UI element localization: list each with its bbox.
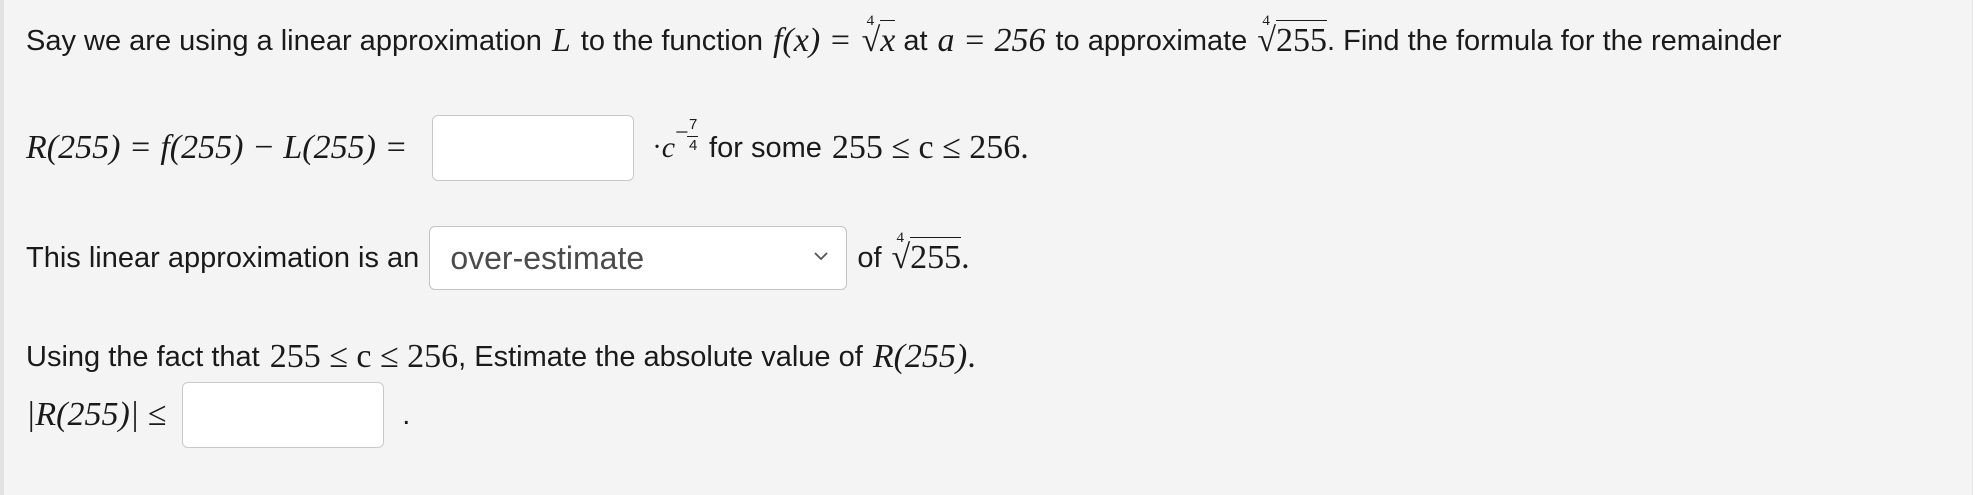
radical-index: 4 <box>1262 13 1270 29</box>
estimate-type-select[interactable]: over-estimate <box>429 226 848 290</box>
question-panel: Say we are using a linear approximation … <box>0 0 1973 495</box>
remainder-coefficient-input[interactable] <box>432 115 635 181</box>
text-for-some: for some <box>709 131 822 164</box>
math-fx: f(x) = <box>772 22 852 59</box>
math-R255: R(255) <box>872 338 968 375</box>
instruction-text-1: Using the fact that <box>26 340 260 373</box>
period: . <box>402 398 411 431</box>
exponent-minus: − <box>675 120 689 146</box>
math-dot: · <box>652 132 662 163</box>
instruction-text-2: , Estimate the absolute value of <box>458 340 863 373</box>
math-remainder-lhs: R(255) = f(255) − L(255) = <box>26 129 408 166</box>
math-L: L <box>551 22 571 59</box>
radicand-255: 255 <box>910 237 962 276</box>
radical-fourth-root-x: 4 √x <box>861 13 896 59</box>
exponent-numerator: 7 <box>689 116 698 133</box>
estimate-type-row: This linear approximation is an over-est… <box>26 226 970 290</box>
statement-text-5: . Find the formula for the remainder <box>1326 24 1782 57</box>
statement-text-1: Say we are using a linear approximation <box>26 24 542 57</box>
statement-text-2: to the function <box>580 24 763 57</box>
estimate-text: This linear approximation is an <box>26 241 420 274</box>
math-a-eq: a = 256 <box>937 22 1046 59</box>
estimate-type-selected: over-estimate <box>450 239 645 276</box>
radical-fourth-root-255: 4 √255 <box>891 230 962 276</box>
chevron-down-icon <box>814 252 828 261</box>
text-of: of <box>857 241 882 274</box>
radical-index: 4 <box>896 230 905 246</box>
abs-remainder-row: |R(255)| ≤ . <box>26 382 410 448</box>
math-c-range: 255 ≤ c ≤ 256 <box>269 338 459 375</box>
radical-index: 4 <box>866 13 875 29</box>
estimate-instruction: Using the fact that 255 ≤ c ≤ 256 , Esti… <box>26 338 976 376</box>
math-abs-remainder: |R(255)| ≤ <box>26 396 167 433</box>
abs-remainder-bound-input[interactable] <box>182 382 385 448</box>
exponent-denominator: 4 <box>689 137 698 154</box>
radical-fourth-root-255: 4 √255 <box>1257 13 1327 59</box>
problem-statement: Say we are using a linear approximation … <box>26 13 1782 60</box>
period: . <box>967 338 976 375</box>
statement-text-4: to approximate <box>1055 24 1248 57</box>
statement-text-3: at <box>903 24 928 57</box>
radicand-255: 255 <box>1275 20 1327 59</box>
period: . <box>1020 129 1029 166</box>
math-c-range: 255 ≤ c ≤ 256 <box>831 129 1021 166</box>
remainder-formula-row: R(255) = f(255) − L(255) = · c − 7 4 for… <box>26 115 1029 181</box>
period: . <box>961 239 970 276</box>
math-c: c <box>661 131 676 164</box>
math-exponent: − 7 4 <box>675 116 703 168</box>
radicand-x: x <box>880 20 896 59</box>
